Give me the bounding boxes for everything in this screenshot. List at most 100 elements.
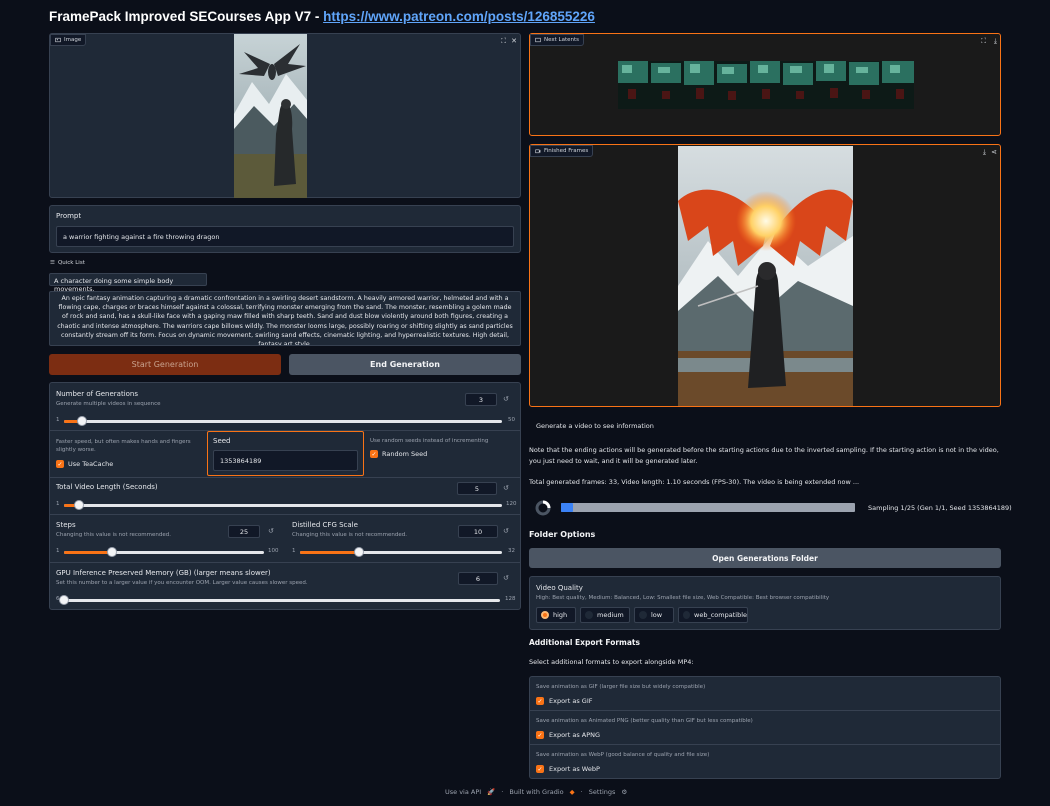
seed-label: Seed — [213, 437, 231, 445]
progress-text: Sampling 1/25 (Gen 1/1, Seed 1353864189) — [868, 504, 1012, 512]
slider-thumb[interactable] — [353, 547, 364, 557]
reset-icon[interactable]: ↺ — [503, 395, 509, 403]
export-subtitle: Select additional formats to export alon… — [529, 658, 694, 666]
end-generation-button[interactable]: End Generation — [289, 354, 521, 375]
radio-option-high[interactable]: high — [536, 607, 576, 623]
slider-thumb[interactable] — [73, 500, 84, 510]
slider-thumb[interactable] — [59, 595, 69, 605]
close-icon[interactable]: ✕ — [511, 37, 517, 45]
footer: Use via API 🚀 · Built with Gradio ◆ · Sett… — [445, 788, 628, 796]
video-quality-label: Video Quality — [536, 584, 583, 592]
reset-icon[interactable]: ↺ — [503, 484, 509, 492]
teacache-checkbox[interactable]: ✓ — [56, 460, 64, 468]
teacache-info: Faster speed, but often makes hands and … — [56, 439, 191, 453]
patreon-link[interactable]: https://www.patreon.com/posts/126855226 — [323, 9, 595, 24]
image-label: Image — [50, 34, 87, 46]
rocket-icon: 🚀 — [487, 788, 496, 796]
info-line-3: Total generated frames: 33, Video length… — [529, 478, 860, 486]
num-generations-info: Generate multiple videos in sequence — [56, 401, 161, 407]
slider-min: 1 — [56, 548, 60, 554]
image-icon — [535, 37, 541, 43]
reset-icon[interactable]: ↺ — [268, 527, 274, 535]
video-length-label: Total Video Length (Seconds) — [56, 483, 158, 491]
random-seed-info: Use random seeds instead of incrementing — [370, 438, 489, 444]
export-webp-label: Export as WebP — [549, 765, 600, 773]
prompt-label: Prompt — [56, 212, 82, 220]
fullscreen-icon[interactable]: ⛶ — [501, 37, 506, 46]
radio-checked-icon — [541, 611, 549, 619]
export-gif-info: Save animation as GIF (larger file size … — [536, 684, 706, 690]
slider-max: 100 — [268, 548, 279, 554]
gradio-logo-icon: ◆ — [569, 788, 575, 796]
folder-options-heading: Folder Options — [529, 530, 596, 539]
progress-fill — [561, 503, 573, 512]
video-quality-block: Video Quality High: Best quality, Medium… — [529, 576, 1001, 630]
steps-label: Steps — [56, 521, 76, 529]
latents-panel: Next Latents ⛶ ⤓ — [529, 33, 1001, 136]
download-icon[interactable]: ⤓ — [983, 148, 986, 157]
fullscreen-icon[interactable]: ⛶ — [981, 37, 986, 46]
finished-video[interactable] — [678, 146, 853, 406]
radio-option-web-compatible[interactable]: web_compatible — [678, 607, 748, 623]
image-icon — [55, 37, 61, 43]
info-line-2: Note that the ending actions will be gen… — [529, 446, 999, 465]
reset-icon[interactable]: ↺ — [503, 527, 509, 535]
radio-icon — [585, 611, 593, 619]
video-length-slider[interactable] — [64, 500, 502, 510]
slider-thumb[interactable] — [107, 547, 117, 557]
gpu-memory-info: Set this number to a larger value if you… — [56, 580, 308, 586]
cfg-slider[interactable] — [300, 547, 502, 557]
cfg-input[interactable]: 10 — [458, 525, 498, 538]
use-api-link[interactable]: Use via API — [445, 788, 481, 796]
prompt-block: Prompt a warrior fighting against a fire… — [49, 205, 521, 253]
quick-list-label: ☰ Quick List — [50, 260, 85, 266]
page-title: FramePack Improved SECourses App V7 - ht… — [49, 9, 595, 24]
cfg-label: Distilled CFG Scale — [292, 521, 358, 529]
gpu-memory-input[interactable]: 6 — [458, 572, 498, 585]
built-with-gradio-link[interactable]: Built with Gradio — [509, 788, 563, 796]
gpu-memory-slider[interactable] — [59, 595, 500, 605]
download-icon[interactable]: ⤓ — [994, 37, 997, 46]
reset-icon[interactable]: ↺ — [503, 574, 509, 582]
num-generations-input[interactable]: 3 — [465, 393, 497, 406]
radio-option-medium[interactable]: medium — [580, 607, 630, 623]
latents-preview — [618, 61, 914, 109]
quick-list-item[interactable]: A character doing some simple body movem… — [49, 273, 207, 293]
progress-spinner-icon — [535, 500, 551, 516]
steps-input[interactable]: 25 — [228, 525, 260, 538]
video-length-input[interactable]: 5 — [457, 482, 497, 495]
export-apng-checkbox[interactable]: ✓ — [536, 731, 544, 739]
slider-max: 50 — [508, 417, 515, 423]
radio-option-low[interactable]: low — [634, 607, 674, 623]
cfg-info: Changing this value is not recommended. — [292, 532, 407, 538]
export-apng-info: Save animation as Animated PNG (better q… — [536, 718, 753, 724]
teacache-label: Use TeaCache — [68, 460, 114, 468]
radio-icon — [683, 611, 691, 619]
slider-min: 1 — [56, 501, 60, 507]
progress-bar — [561, 503, 855, 512]
warrior-dragon-image — [234, 34, 307, 198]
random-seed-checkbox[interactable]: ✓ — [370, 450, 378, 458]
settings-link[interactable]: Settings — [589, 788, 616, 796]
share-icon[interactable]: ⋖ — [991, 148, 997, 156]
export-gif-checkbox[interactable]: ✓ — [536, 697, 544, 705]
export-block: Save animation as GIF (larger file size … — [529, 676, 1001, 779]
num-generations-slider[interactable] — [64, 416, 502, 426]
prompt-input[interactable]: a warrior fighting against a fire throwi… — [56, 226, 514, 247]
export-webp-checkbox[interactable]: ✓ — [536, 765, 544, 773]
slider-max: 128 — [505, 596, 516, 602]
quick-list-item[interactable]: An epic fantasy animation capturing a dr… — [49, 291, 521, 346]
export-heading: Additional Export Formats — [529, 638, 640, 647]
slider-max: 32 — [508, 548, 515, 554]
seed-block: Seed 1353864189 — [207, 431, 364, 476]
open-folder-button[interactable]: Open Generations Folder — [529, 548, 1001, 568]
frames-panel: Finished Frames ⤓ ⋖ — [529, 144, 1001, 407]
steps-slider[interactable] — [64, 547, 264, 557]
settings-block: Number of Generations Generate multiple … — [49, 382, 521, 610]
start-generation-button[interactable]: Start Generation — [49, 354, 281, 375]
steps-info: Changing this value is not recommended. — [56, 532, 171, 538]
radio-icon — [639, 611, 647, 619]
export-gif-label: Export as GIF — [549, 697, 593, 705]
slider-thumb[interactable] — [76, 416, 87, 426]
seed-input[interactable]: 1353864189 — [213, 450, 358, 471]
